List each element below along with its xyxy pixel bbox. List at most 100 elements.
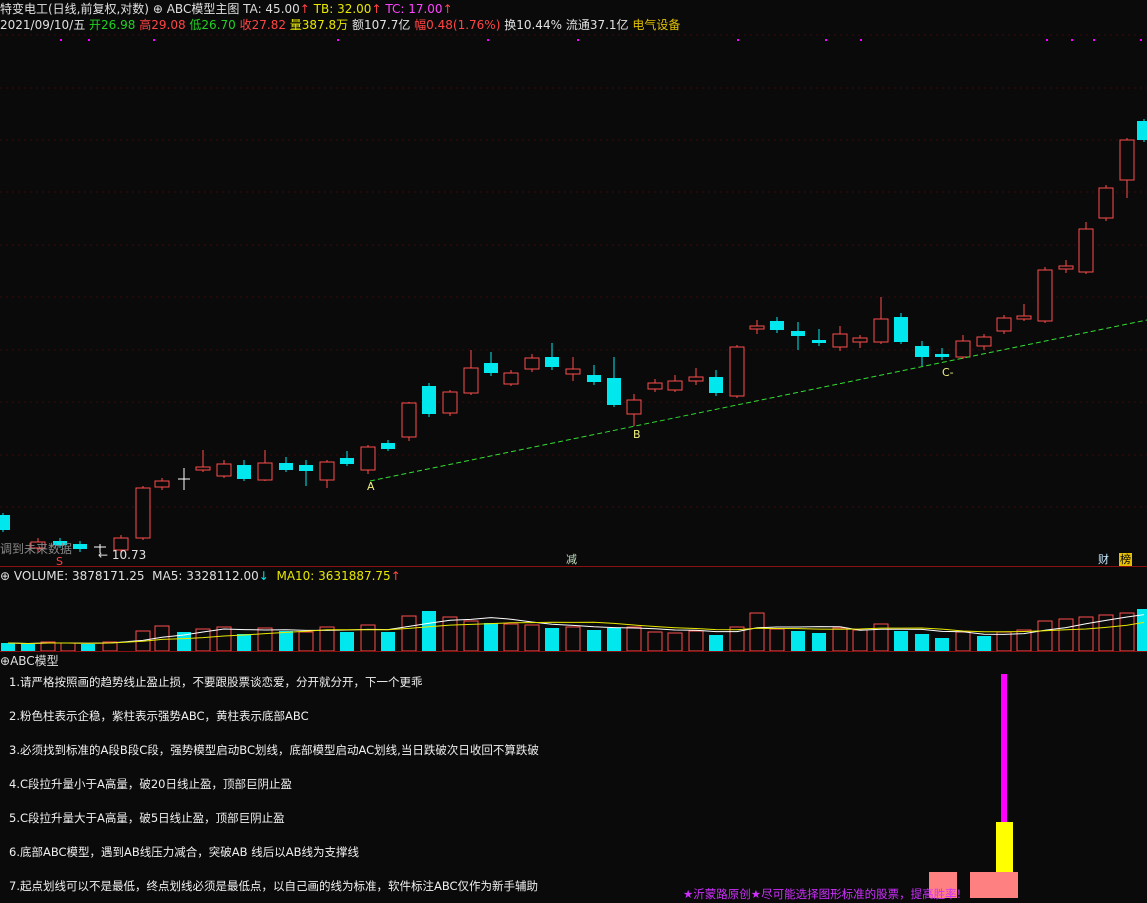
- volume-bar-down: [381, 632, 395, 651]
- label-c: C-: [942, 366, 954, 379]
- volume-bar-down: [1, 643, 15, 651]
- top-tick: [487, 39, 489, 41]
- volume-bar-down: [935, 638, 949, 651]
- up-candle: [257, 462, 273, 481]
- down-candle: [587, 375, 601, 382]
- volume-bar-up: [298, 631, 314, 651]
- up-candle: [135, 487, 151, 539]
- up-candle: [873, 318, 889, 343]
- up-candle: [832, 333, 848, 348]
- abc-panel-header: ⊕ABC模型: [0, 654, 59, 668]
- tip-line: 4.C段拉升量小于A高量，破20日线止盈，顶部巨阴止盈: [9, 777, 292, 791]
- down-candle: [422, 386, 436, 414]
- down-candle: [340, 458, 354, 464]
- up-candle: [1016, 315, 1032, 320]
- down-candle: [73, 544, 87, 549]
- up-candle: [1119, 139, 1135, 181]
- abc-panel-title: ABC模型: [10, 654, 59, 668]
- volume-bar-up: [257, 627, 273, 651]
- up-candle: [626, 399, 642, 415]
- volume-bar-up: [463, 620, 479, 651]
- label-a: A: [367, 480, 375, 493]
- top-tick: [860, 39, 862, 41]
- up-candle: [360, 446, 376, 471]
- marker-bang[interactable]: 榜: [1119, 553, 1132, 566]
- circle-icon[interactable]: ⊕: [0, 654, 10, 668]
- volume-bar-down: [915, 634, 929, 651]
- up-candle: [729, 346, 745, 397]
- up-candle: [1098, 187, 1114, 219]
- ma10-value: MA10: 3631887.75: [276, 569, 391, 583]
- label-b: B: [633, 428, 641, 441]
- volume-bar-up: [955, 631, 971, 651]
- trend-line: [369, 319, 1147, 482]
- volume-bar-up: [647, 631, 663, 651]
- panel-divider: [0, 651, 1147, 652]
- top-tick: [1046, 39, 1048, 41]
- volume-bar-down: [279, 631, 293, 651]
- down-candle: [279, 463, 293, 470]
- down-candle: [770, 321, 784, 330]
- top-tick: [577, 39, 579, 41]
- up-candle: [976, 336, 992, 347]
- panel-divider: [0, 566, 1147, 567]
- volume-bar-up: [524, 624, 540, 651]
- volume-bar-up: [749, 612, 765, 651]
- up-candle: [565, 368, 581, 375]
- volume-bar-up: [769, 628, 785, 651]
- up-candle: [1058, 265, 1074, 270]
- down-candle: [607, 378, 621, 405]
- tip-line: 2.粉色柱表示企稳，紫柱表示强势ABC，黄柱表示底部ABC: [9, 709, 309, 723]
- up-candle: [216, 463, 232, 477]
- up-candle: [647, 382, 663, 390]
- down-candle: [1137, 121, 1147, 140]
- magenta-bar: [1001, 674, 1007, 824]
- circle-icon[interactable]: ⊕: [0, 569, 10, 583]
- yellow-bar: [996, 822, 1013, 872]
- volume-bar-up: [832, 627, 848, 651]
- volume-bar-up: [216, 626, 232, 651]
- volume-value: VOLUME: 3878171.25: [13, 569, 145, 583]
- down-candle: [812, 340, 826, 343]
- down-candle: [894, 317, 908, 342]
- up-candle: [749, 325, 765, 330]
- volume-bar-up: [688, 630, 704, 651]
- volume-bar-down: [607, 628, 621, 651]
- top-tick: [1140, 39, 1142, 41]
- down-candle: [299, 465, 313, 471]
- arrow-up-icon: ↑: [390, 569, 401, 583]
- volume-bar-down: [977, 636, 991, 651]
- volume-bar-up: [503, 623, 519, 651]
- marker-cai[interactable]: 财: [1097, 553, 1110, 566]
- volume-bar-up: [442, 616, 458, 651]
- up-candle: [1037, 269, 1053, 322]
- up-candle: [667, 380, 683, 391]
- marker-jian[interactable]: 减: [565, 553, 578, 566]
- up-candle: [319, 461, 335, 481]
- down-candle: [237, 465, 251, 479]
- volume-bar-down: [484, 623, 498, 651]
- candlestick-chart[interactable]: A B C-: [0, 0, 1147, 567]
- down-candle: [484, 363, 498, 373]
- down-candle: [915, 346, 929, 357]
- tip-line: 6.底部ABC模型，遇到AB线压力减合，突破AB 线后以AB线为支撑线: [9, 845, 359, 859]
- volume-bar-down: [21, 644, 35, 651]
- up-candle: [154, 480, 170, 488]
- top-tick: [337, 39, 339, 41]
- down-candle: [791, 331, 805, 336]
- low-price-label: ← 10.73: [98, 548, 147, 562]
- down-candle: [0, 515, 10, 530]
- tip-line: 7.起点划线可以不是最低，终点划线必须是最低点，以自己画的线为标准，软件标注AB…: [9, 879, 539, 893]
- up-candle: [955, 340, 971, 358]
- volume-header: ⊕ VOLUME: 3878171.25 MA5: 3328112.00↓ MA…: [0, 569, 401, 583]
- top-tick: [60, 39, 62, 41]
- volume-bar-down: [894, 631, 908, 651]
- volume-bar-down: [237, 634, 251, 651]
- up-candle: [852, 337, 868, 343]
- tip-line: 5.C段拉升量大于A高量，破5日线止盈，顶部巨阴止盈: [9, 811, 285, 825]
- volume-chart[interactable]: [0, 583, 1147, 651]
- volume-bar-down: [81, 644, 95, 651]
- top-tick: [1071, 39, 1073, 41]
- volume-bar-down: [545, 628, 559, 651]
- volume-bar-down: [422, 611, 436, 651]
